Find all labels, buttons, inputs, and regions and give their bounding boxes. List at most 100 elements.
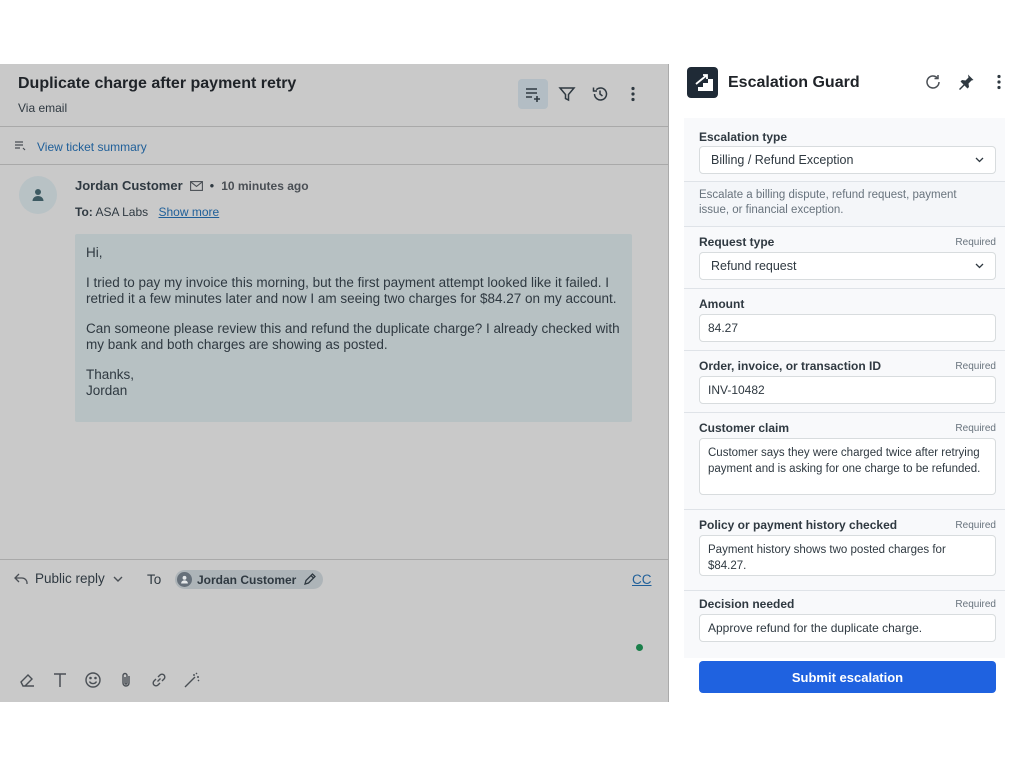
user-icon <box>32 189 44 201</box>
email-icon <box>189 180 203 191</box>
request-type-value: Refund request <box>711 259 797 273</box>
sender-name[interactable]: Jordan Customer <box>75 178 183 193</box>
history-button[interactable] <box>585 79 615 109</box>
ticket-title: Duplicate charge after payment retry <box>18 75 297 92</box>
link-button[interactable] <box>150 671 168 689</box>
required-badge: Required <box>955 599 996 610</box>
list-add-icon <box>526 88 540 102</box>
amount-label: Amount <box>699 297 745 311</box>
composer-toolbar <box>18 671 201 689</box>
policy-checked-group: Policy or payment history checked Requir… <box>684 510 1005 591</box>
online-status-dot <box>636 644 643 651</box>
message-paragraph-1: I tried to pay my invoice this morning, … <box>86 275 617 306</box>
panel-title: Escalation Guard <box>728 74 860 91</box>
customer-claim-textarea[interactable]: Customer says they were charged twice af… <box>699 438 996 495</box>
escalation-type-value: Billing / Refund Exception <box>711 153 854 167</box>
amount-group: Amount 84.27 <box>684 289 1005 351</box>
text-format-icon <box>54 673 66 687</box>
reply-arrow-icon <box>14 573 28 584</box>
pencil-icon[interactable] <box>303 573 317 586</box>
context-panel-button[interactable] <box>518 79 548 109</box>
composer-to-label: To <box>147 572 162 587</box>
request-type-select[interactable]: Refund request <box>699 252 996 280</box>
view-ticket-summary-link[interactable]: View ticket summary <box>37 140 147 154</box>
eraser-icon <box>20 674 34 687</box>
eraser-button[interactable] <box>18 671 36 689</box>
ticket-header: Duplicate charge after payment retry Via… <box>0 64 669 127</box>
escalation-type-group: Escalation type Billing / Refund Excepti… <box>684 118 1005 182</box>
pin-icon[interactable] <box>957 73 975 91</box>
ticket-pane: Duplicate charge after payment retry Via… <box>0 64 669 702</box>
refresh-icon[interactable] <box>924 73 942 91</box>
paperclip-icon <box>122 672 130 687</box>
order-id-group: Order, invoice, or transaction ID Requir… <box>684 351 1005 413</box>
to-label: To: <box>75 205 93 219</box>
escalation-description: Escalate a billing dispute, refund reque… <box>699 189 957 216</box>
link-icon <box>152 673 166 687</box>
reply-composer: Public reply To Jordan Customer CC <box>0 559 669 702</box>
policy-checked-label: Policy or payment history checked <box>699 518 898 532</box>
more-vertical-icon[interactable] <box>990 73 1008 91</box>
ticket-summary-row: View ticket summary <box>0 127 669 165</box>
more-vertical-icon <box>631 86 635 102</box>
chevron-down-icon <box>113 576 123 582</box>
order-id-label: Order, invoice, or transaction ID <box>699 359 882 373</box>
customer-claim-group: Customer claim Required Customer says th… <box>684 413 1005 510</box>
filter-button[interactable] <box>552 79 582 109</box>
escalation-type-label: Escalation type <box>699 130 788 144</box>
emoji-icon <box>85 672 101 688</box>
to-value: ASA Labs <box>95 205 149 219</box>
more-options-button[interactable] <box>618 79 648 109</box>
decision-needed-label: Decision needed <box>699 597 795 611</box>
required-badge: Required <box>955 423 996 434</box>
message-signoff: Thanks, <box>86 367 135 382</box>
magic-wand-button[interactable] <box>183 671 201 689</box>
request-type-label: Request type <box>699 235 775 249</box>
submit-escalation-button[interactable]: Submit escalation <box>699 661 996 693</box>
stairs-icon <box>692 74 713 91</box>
escalation-form: Escalation type Billing / Refund Excepti… <box>684 118 1005 658</box>
show-more-link[interactable]: Show more <box>159 205 220 219</box>
reply-mode-label: Public reply <box>35 571 105 586</box>
summary-icon <box>15 141 26 151</box>
chevron-down-icon <box>975 263 984 269</box>
message-time: 10 minutes ago <box>221 178 309 193</box>
recipient-avatar <box>177 572 192 587</box>
request-type-group: Request type Required Refund request <box>684 227 1005 289</box>
required-badge: Required <box>955 237 996 248</box>
required-badge: Required <box>955 520 996 531</box>
escalation-guard-panel: Escalation Guard Escalation type Billing… <box>684 64 1005 698</box>
customer-claim-label: Customer claim <box>699 421 790 435</box>
recipient-name: Jordan Customer <box>197 572 297 587</box>
avatar <box>19 176 57 214</box>
separator-dot: • <box>209 178 215 193</box>
message-signature: Jordan <box>86 383 128 398</box>
required-badge: Required <box>955 361 996 372</box>
app-frame: Duplicate charge after payment retry Via… <box>0 64 1024 702</box>
message-bubble: Hi, I tried to pay my invoice this morni… <box>75 234 632 422</box>
message-greeting: Hi, <box>86 245 103 260</box>
message-recipient-line: To: ASA Labs Show more <box>75 205 219 219</box>
chevron-down-icon <box>975 157 984 163</box>
magic-wand-icon <box>184 672 200 688</box>
emoji-button[interactable] <box>84 671 102 689</box>
escalation-guard-logo <box>687 67 718 98</box>
decision-needed-group: Decision needed Required Approve refund … <box>684 591 1005 658</box>
user-icon <box>181 575 188 584</box>
order-id-input[interactable]: INV-10482 <box>699 376 996 404</box>
decision-needed-input[interactable]: Approve refund for the duplicate charge. <box>699 614 996 642</box>
filter-icon <box>558 87 576 102</box>
message-paragraph-2: Can someone please review this and refun… <box>86 321 620 352</box>
recipient-chip[interactable]: Jordan Customer <box>175 570 324 589</box>
text-format-button[interactable] <box>51 671 69 689</box>
policy-checked-textarea[interactable]: Payment history shows two posted charges… <box>699 535 996 576</box>
amount-input[interactable]: 84.27 <box>699 314 996 342</box>
escalation-type-select[interactable]: Billing / Refund Exception <box>699 146 996 174</box>
escalation-description-group: Escalate a billing dispute, refund reque… <box>684 182 1005 227</box>
reply-mode-selector[interactable]: Public reply <box>14 571 123 586</box>
ticket-channel: Via email <box>18 101 68 115</box>
cc-link[interactable]: CC <box>632 572 652 587</box>
attach-button[interactable] <box>117 671 135 689</box>
message-sender-row: Jordan Customer • 10 minutes ago <box>75 178 309 193</box>
history-icon <box>592 87 608 101</box>
